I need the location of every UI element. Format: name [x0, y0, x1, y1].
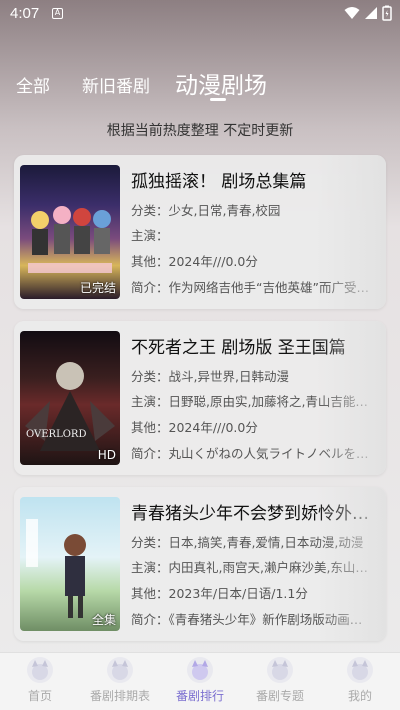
mascot-avatar-icon: [187, 657, 213, 683]
anime-title[interactable]: 不死者之王 剧场版 圣王国篇: [131, 333, 346, 358]
cast-row: 主演：: [131, 228, 169, 243]
poster-image[interactable]: OVERLORD HD: [20, 331, 120, 465]
list-subtitle: 根据当前热度整理 不定时更新: [106, 123, 294, 139]
mascot-avatar-icon: [107, 657, 133, 683]
category-row: 分类：少女,日常,青春,校园: [131, 203, 281, 218]
info-row: 其他：2024年///0.0分: [131, 254, 258, 269]
status-icons: [344, 5, 392, 21]
nav-ranking[interactable]: 番剧排行: [160, 657, 240, 704]
category-row: 分类：战斗,异世界,日韩动漫: [131, 369, 289, 384]
status-badge: 已完结: [79, 281, 116, 295]
episodes-badge: 全集: [91, 613, 116, 627]
signal-icon: [365, 7, 377, 19]
mascot-avatar-icon: [267, 657, 293, 683]
anime-card[interactable]: 已完结 孤独摇滚！ 剧场总集篇 分类：少女,日常,青春,校园 主演： 其他：20…: [14, 155, 386, 309]
mascot-avatar-icon: [347, 657, 373, 683]
nav-profile[interactable]: 我的: [320, 657, 400, 704]
tab-all[interactable]: 全部: [16, 72, 50, 97]
poster-art: OVERLORD: [25, 362, 115, 451]
poster-image[interactable]: 全集: [20, 497, 120, 631]
mascot-avatar-icon: [27, 657, 53, 683]
nav-label: 我的: [347, 689, 372, 703]
active-tab-indicator: [210, 98, 226, 101]
nav-label: 番剧专题: [255, 689, 304, 703]
nav-schedule[interactable]: 番剧排期表: [80, 657, 160, 704]
card-fade: [316, 487, 386, 641]
status-bar: 4:07 A: [0, 0, 400, 28]
status-time: 4:07: [10, 5, 40, 22]
nav-label: 番剧排期表: [89, 689, 150, 703]
wifi-icon: [344, 7, 360, 19]
nav-home[interactable]: 首页: [0, 657, 80, 704]
svg-text:OVERLORD: OVERLORD: [26, 429, 86, 440]
anime-card[interactable]: OVERLORD HD 不死者之王 剧场版 圣王国篇 分类：战斗,异世界,日韩动…: [14, 321, 386, 475]
notification-icon: A: [52, 8, 63, 19]
battery-icon: [382, 5, 392, 21]
info-row: 其他：2024年///0.0分: [131, 420, 258, 435]
poster-image[interactable]: 已完结: [20, 165, 120, 299]
card-fade: [316, 321, 386, 475]
tab-new-old-series[interactable]: 新旧番剧: [82, 72, 150, 97]
card-fade: [316, 155, 386, 309]
tab-anime-theater[interactable]: 动漫剧场: [175, 66, 267, 100]
anime-title[interactable]: 孤独摇滚！ 剧场总集篇: [131, 167, 306, 192]
quality-badge: HD: [97, 448, 116, 462]
info-row: 其他：2023年/日本/日语/1.1分: [131, 586, 308, 601]
bottom-navigation: 首页 番剧排期表 番剧排行 番剧专题 我的: [0, 652, 400, 710]
nav-label: 首页: [27, 689, 52, 703]
nav-label: 番剧排行: [175, 689, 224, 703]
nav-topics[interactable]: 番剧专题: [240, 657, 320, 704]
anime-card[interactable]: 全集 青春猪头少年不会梦到娇怜外… 分类：日本,搞笑,青春,爱情,日本动漫,动漫…: [14, 487, 386, 641]
category-tabs: 全部 新旧番剧 动漫剧场: [0, 66, 400, 102]
